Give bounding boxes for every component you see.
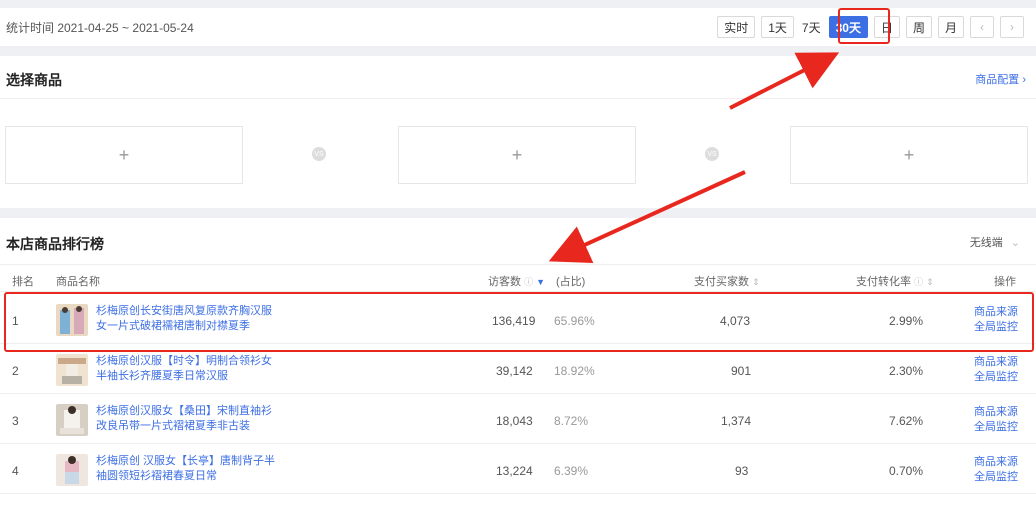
buyers-value: 901 <box>731 364 752 378</box>
select-products-panel: 选择商品 商品配置 › + VS + VS + <box>0 56 1036 208</box>
period-7day-button[interactable]: 7天 <box>799 16 823 38</box>
conversion-value: 2.30% <box>889 364 924 378</box>
visitors-value: 39,142 <box>496 364 533 378</box>
page: 统计时间 2021-04-25 ~ 2021-05-24 实时 1天 7天 3 0… <box>0 0 1036 508</box>
period-realtime-button[interactable]: 实时 <box>717 16 756 38</box>
rank-number: 3 <box>12 414 19 428</box>
period-week-button[interactable]: 周 <box>905 16 932 38</box>
rank-number: 4 <box>12 464 19 478</box>
ranking-title: 本店商品排行榜 <box>6 236 104 252</box>
product-thumbnail[interactable] <box>56 454 88 486</box>
global-monitor-link[interactable]: 全局监控 <box>974 370 1018 385</box>
highlight-box-row-1 <box>4 292 1034 352</box>
product-thumbnail[interactable] <box>56 354 88 386</box>
date-range: 统计时间 2021-04-25 ~ 2021-05-24 <box>6 20 194 35</box>
visitors-value: 13,224 <box>496 464 533 478</box>
product-thumbnail[interactable] <box>56 404 88 436</box>
sort-icon[interactable]: ⇕ <box>926 277 934 287</box>
col-visitors[interactable]: 访客数 ⓘ ▼ <box>488 273 545 289</box>
visitors-value: 18,043 <box>496 414 533 428</box>
period-1day-button[interactable]: 1天 <box>761 16 794 38</box>
add-product-slot-3[interactable]: + <box>790 126 1028 184</box>
buyers-value: 93 <box>735 464 749 478</box>
sort-desc-icon[interactable]: ▼ <box>536 277 545 287</box>
row-actions: 商品来源 全局监控 <box>974 455 1018 485</box>
chevron-right-icon[interactable]: › <box>1000 16 1024 38</box>
info-icon: ⓘ <box>914 277 924 287</box>
table-row: 3 杉梅原创汉服女【桑田】宋制直袖衫改良吊带一片式褶裙夏季非古装 18,043 … <box>0 398 1036 444</box>
table-header: 排名 商品名称 访客数 ⓘ ▼ (占比) 支付买家数 ⇕ 支付转化率 ⓘ ⇕ 操… <box>0 264 1036 292</box>
device-filter-dropdown[interactable]: 无线端 ⌄ <box>970 234 1020 250</box>
col-name: 商品名称 <box>56 276 100 288</box>
product-source-link[interactable]: 商品来源 <box>974 355 1018 370</box>
conversion-value: 7.62% <box>889 414 924 428</box>
global-monitor-link[interactable]: 全局监控 <box>974 470 1018 485</box>
product-name-link[interactable]: 杉梅原创 汉服女【长亭】唐制背子半袖圆领短衫褶裙春夏日常 <box>96 454 276 484</box>
global-monitor-link[interactable]: 全局监控 <box>974 420 1018 435</box>
chevron-left-icon[interactable]: ‹ <box>970 16 994 38</box>
select-products-title: 选择商品 <box>6 72 62 88</box>
rank-number: 2 <box>12 364 19 378</box>
chevron-right-icon: › <box>1022 74 1026 86</box>
table-row: 4 杉梅原创 汉服女【长亭】唐制背子半袖圆领短衫褶裙春夏日常 13,224 6.… <box>0 448 1036 494</box>
chevron-down-icon: ⌄ <box>1010 237 1020 249</box>
col-actions: 操作 <box>994 276 1016 288</box>
product-source-link[interactable]: 商品来源 <box>974 405 1018 420</box>
product-name-link[interactable]: 杉梅原创汉服【时令】明制合领衫女半袖长衫齐腰夏季日常汉服 <box>96 354 276 384</box>
product-name-link[interactable]: 杉梅原创汉服女【桑田】宋制直袖衫改良吊带一片式褶裙夏季非古装 <box>96 404 276 434</box>
add-product-slot-1[interactable]: + <box>5 126 243 184</box>
period-month-button[interactable]: 月 <box>937 16 964 38</box>
plus-icon: + <box>118 144 130 165</box>
share-value: 8.72% <box>554 414 589 428</box>
add-product-slot-2[interactable]: + <box>398 126 636 184</box>
info-icon: ⓘ <box>524 277 534 287</box>
conversion-value: 0.70% <box>889 464 924 478</box>
col-share: (占比) <box>556 276 586 288</box>
vs-badge: VS <box>312 147 326 161</box>
col-buyers[interactable]: 支付买家数 ⇕ <box>694 273 760 289</box>
share-value: 6.39% <box>554 464 589 478</box>
share-value: 18.92% <box>554 364 595 378</box>
row-actions: 商品来源 全局监控 <box>974 405 1018 435</box>
table-row: 2 杉梅原创汉服【时令】明制合领衫女半袖长衫齐腰夏季日常汉服 39,142 18… <box>0 348 1036 394</box>
product-config-link[interactable]: 商品配置 › <box>975 71 1026 87</box>
plus-icon: + <box>511 144 523 165</box>
plus-icon: + <box>903 144 915 165</box>
product-ranking-panel: 本店商品排行榜 无线端 ⌄ 排名 商品名称 访客数 ⓘ ▼ (占比) 支付买家数 … <box>0 218 1036 508</box>
sort-icon[interactable]: ⇕ <box>752 277 760 287</box>
col-conversion[interactable]: 支付转化率 ⓘ ⇕ <box>856 273 934 289</box>
col-rank: 排名 <box>12 276 34 288</box>
highlight-box-30day <box>838 8 890 44</box>
divider <box>0 98 1036 99</box>
row-actions: 商品来源 全局监控 <box>974 355 1018 385</box>
product-source-link[interactable]: 商品来源 <box>974 455 1018 470</box>
vs-badge: VS <box>705 147 719 161</box>
buyers-value: 1,374 <box>721 414 752 428</box>
